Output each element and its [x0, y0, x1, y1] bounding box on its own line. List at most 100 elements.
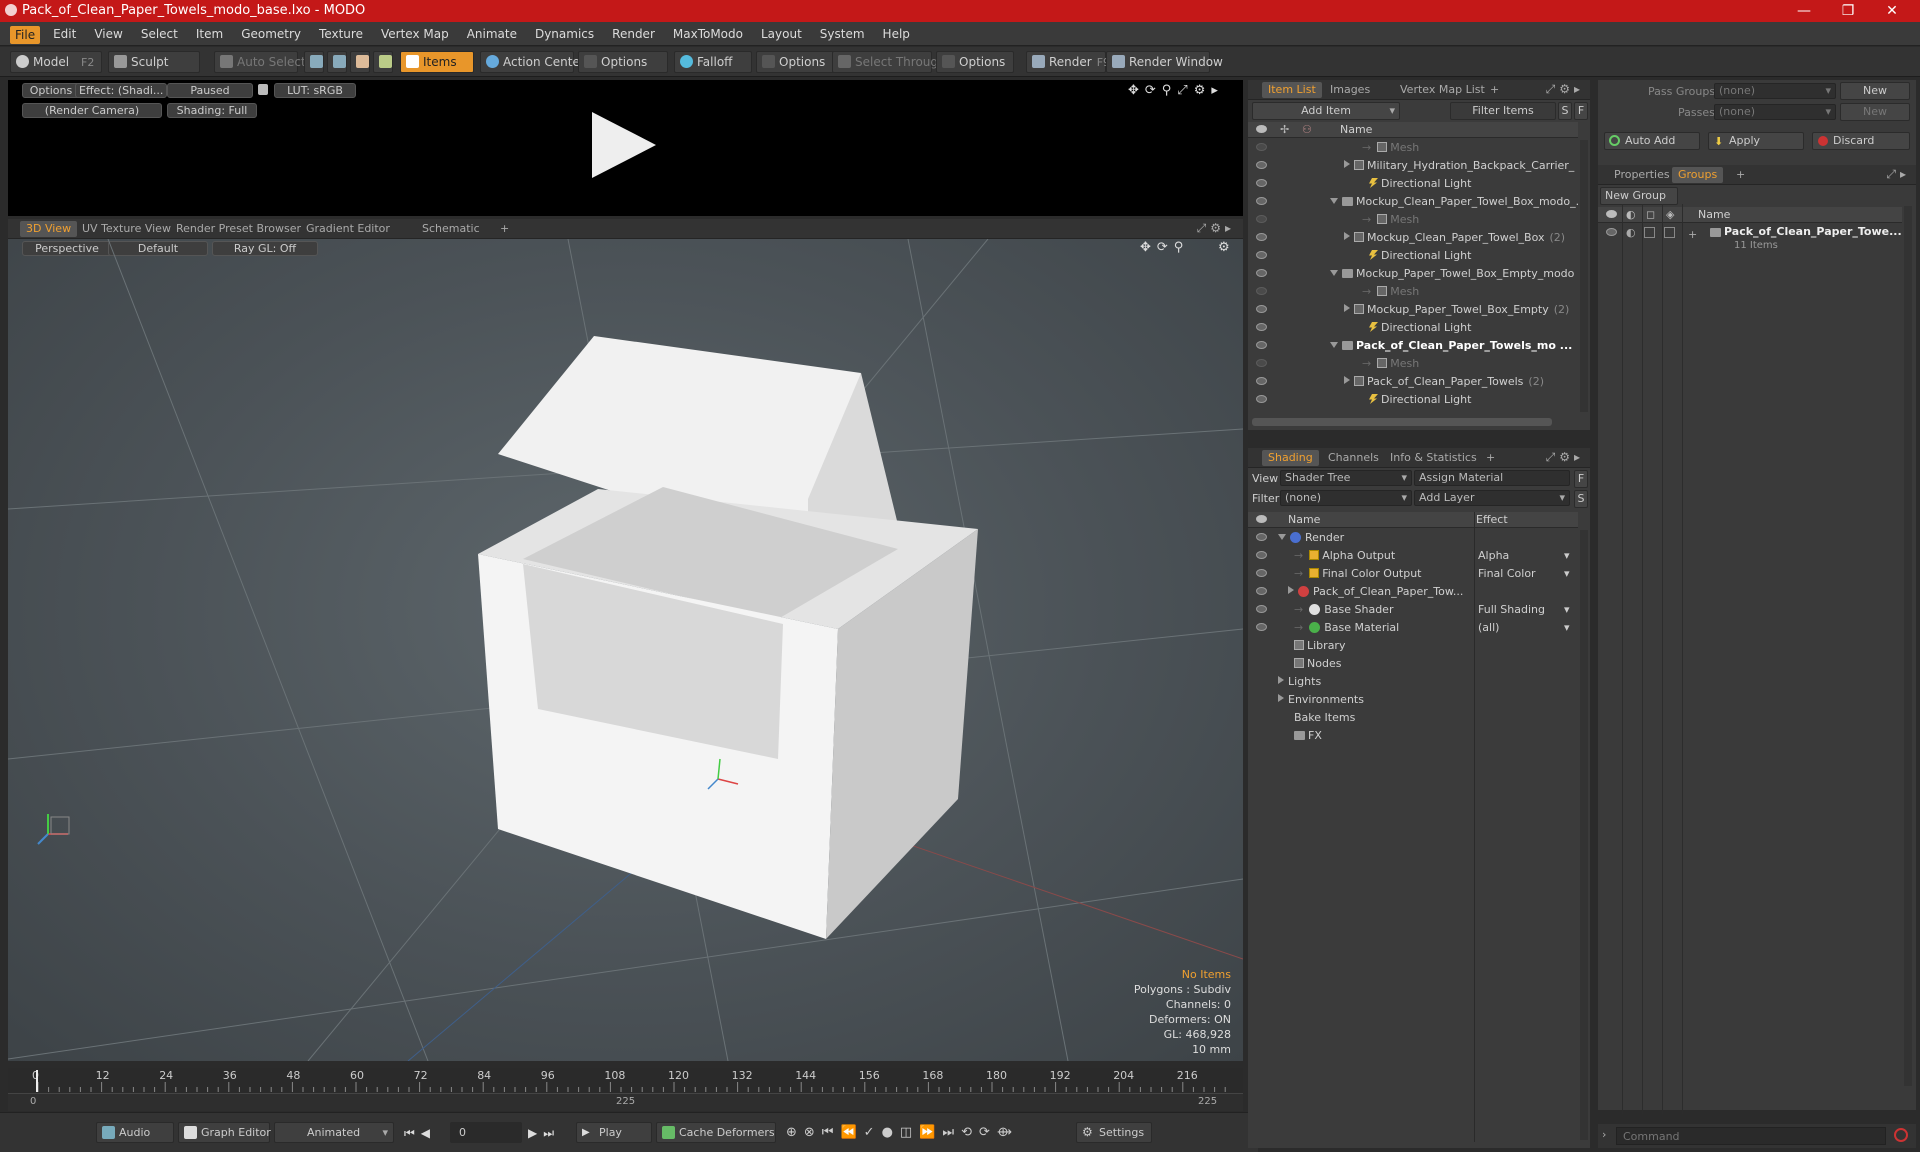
- eye-icon[interactable]: [1256, 377, 1267, 385]
- shading-f-button[interactable]: F: [1574, 470, 1588, 488]
- item-list-row[interactable]: Pack_of_Clean_Paper_Towels_mo ...: [1248, 337, 1578, 355]
- item-list-vscrollbar[interactable]: [1580, 140, 1588, 412]
- eye-icon[interactable]: [1256, 569, 1267, 577]
- tab-schematic[interactable]: Schematic: [416, 221, 486, 237]
- render-camera-dropdown[interactable]: (Render Camera): [22, 103, 162, 118]
- preview-view-controls[interactable]: ✥⟳⚲⤢⚙▸: [1128, 83, 1224, 98]
- eye-icon[interactable]: [1606, 228, 1617, 236]
- tab-add-tab-icon[interactable]: +: [1480, 450, 1501, 466]
- paused-toggle[interactable]: Paused: [167, 83, 253, 98]
- menu-help[interactable]: Help: [874, 22, 919, 46]
- chevron-down-icon[interactable]: ▾: [1564, 601, 1570, 619]
- menu-layout[interactable]: Layout: [752, 22, 811, 46]
- item-list-s-button[interactable]: S: [1558, 102, 1572, 120]
- item-list-row[interactable]: Directional Light: [1248, 175, 1578, 193]
- new-pass-group-button[interactable]: New: [1840, 82, 1910, 100]
- action-center-options-button[interactable]: Options: [578, 51, 668, 73]
- tab-properties[interactable]: Properties: [1608, 167, 1676, 183]
- eye-icon[interactable]: [1256, 395, 1267, 403]
- sculpt-mode-button[interactable]: Sculpt: [108, 51, 200, 73]
- filter-items-input[interactable]: Filter Items: [1450, 102, 1556, 120]
- expand-arrow-icon[interactable]: [1344, 376, 1350, 384]
- expand-arrow-icon[interactable]: [1344, 232, 1350, 240]
- shader-tree-row[interactable]: → Final Color Output Final Color ▾: [1248, 565, 1578, 583]
- eye-icon[interactable]: [1256, 623, 1267, 631]
- menu-vertex-map[interactable]: Vertex Map: [372, 22, 458, 46]
- eye-icon[interactable]: [1256, 341, 1267, 349]
- passes-dropdown[interactable]: (none) ▾: [1714, 104, 1836, 120]
- group-row[interactable]: ◐ + Pack_of_Clean_Paper_Towe... 11 Items: [1598, 224, 1902, 258]
- eye-icon[interactable]: [1256, 305, 1267, 313]
- shader-effect-dropdown[interactable]: Final Color: [1478, 565, 1536, 583]
- restore-icon[interactable]: ❐: [1826, 0, 1870, 22]
- shader-tree-vscrollbar[interactable]: [1580, 530, 1588, 1140]
- expand-arrow-icon[interactable]: [1278, 676, 1284, 684]
- eye-icon[interactable]: [1256, 587, 1267, 595]
- paper-towel-box-model[interactable]: [478, 336, 978, 939]
- tab-vertex-map-list[interactable]: Vertex Map List: [1394, 82, 1491, 98]
- menu-dynamics[interactable]: Dynamics: [526, 22, 603, 46]
- shader-tree-row[interactable]: Bake Items: [1248, 709, 1578, 727]
- eye-icon[interactable]: [1256, 143, 1267, 151]
- viewport-panel-controls[interactable]: ⤢⚙▸: [1197, 221, 1235, 236]
- item-list-row[interactable]: Mockup_Paper_Towel_Box_Empty (2): [1248, 301, 1578, 319]
- items-mode-button[interactable]: Items: [400, 51, 474, 73]
- eye-icon[interactable]: [1256, 359, 1267, 367]
- key-controls[interactable]: ⊕⊗⏮⏪✓●◫⏩⏭⟲⟳⟴: [786, 1125, 1019, 1140]
- chevron-down-icon[interactable]: ▾: [1564, 619, 1570, 637]
- close-icon[interactable]: ✕: [1870, 0, 1914, 22]
- shading-panel-controls[interactable]: ⤢⚙▸: [1546, 450, 1584, 465]
- tab-uv-texture-view[interactable]: UV Texture View: [76, 221, 177, 237]
- tab-add-tab-icon[interactable]: +: [1484, 82, 1505, 98]
- skip-back-controls[interactable]: ⏮◀: [404, 1126, 436, 1141]
- eye-icon[interactable]: [1256, 179, 1267, 187]
- menu-item[interactable]: Item: [187, 22, 232, 46]
- tab-item-list[interactable]: Item List: [1262, 82, 1322, 98]
- menu-maxtomodo[interactable]: MaxToModo: [664, 22, 752, 46]
- tab-add-tab-icon[interactable]: +: [1730, 167, 1751, 183]
- eye-icon[interactable]: [1256, 233, 1267, 241]
- collapse-arrow-icon[interactable]: [1278, 534, 1286, 540]
- chevron-down-icon[interactable]: ▾: [1564, 565, 1570, 583]
- tab-shading[interactable]: Shading: [1262, 450, 1319, 466]
- effect-dropdown[interactable]: Effect: (Shadi...: [75, 83, 167, 98]
- shading-dropdown[interactable]: Shading: Full: [167, 103, 257, 118]
- item-list-row[interactable]: Military_Hydration_Backpack_Carrier_ ...: [1248, 157, 1578, 175]
- play-button[interactable]: ▶ Play: [576, 1122, 652, 1143]
- shader-tree-row[interactable]: → Alpha Output Alpha ▾: [1248, 547, 1578, 565]
- vertices-mode-button[interactable]: [304, 51, 324, 73]
- item-list-hscrollbar[interactable]: [1252, 418, 1552, 426]
- shader-tree-row[interactable]: FX: [1248, 727, 1578, 745]
- menu-geometry[interactable]: Geometry: [232, 22, 310, 46]
- item-list-row[interactable]: → Mesh: [1248, 283, 1578, 301]
- item-list-row[interactable]: Pack_of_Clean_Paper_Towels (2): [1248, 373, 1578, 391]
- eye-icon[interactable]: [1256, 269, 1267, 277]
- tab-add-tab-icon[interactable]: +: [494, 221, 515, 237]
- auto-add-button[interactable]: Auto Add: [1604, 132, 1700, 150]
- auto-select-button[interactable]: Auto Select: [214, 51, 306, 73]
- add-item-dropdown[interactable]: Add Item ▾: [1252, 102, 1400, 120]
- tab-images[interactable]: Images: [1324, 82, 1376, 98]
- shader-effect-dropdown[interactable]: Alpha: [1478, 547, 1509, 565]
- command-input[interactable]: [1616, 1127, 1886, 1145]
- model-mode-button[interactable]: Model F2: [10, 51, 102, 73]
- eye-icon[interactable]: [1256, 251, 1267, 259]
- item-list-row[interactable]: Mockup_Clean_Paper_Towel_Box_modo_...: [1248, 193, 1578, 211]
- skip-forward-controls[interactable]: ▶⏭: [528, 1126, 560, 1141]
- shader-tree-dropdown[interactable]: Shader Tree ▾: [1280, 470, 1412, 486]
- command-stop-icon[interactable]: [1894, 1128, 1908, 1142]
- discard-button[interactable]: Discard: [1812, 132, 1910, 150]
- tab-info-statistics[interactable]: Info & Statistics: [1384, 450, 1483, 466]
- tab-groups[interactable]: Groups: [1672, 167, 1724, 183]
- eye-icon[interactable]: [1256, 551, 1267, 559]
- timeline-ruler[interactable]: 0122436486072849610812013214415616818019…: [8, 1068, 1243, 1094]
- groups-panel-controls[interactable]: ⤢▸: [1886, 167, 1910, 182]
- polygons-mode-button[interactable]: [350, 51, 370, 73]
- collapse-arrow-icon[interactable]: [1330, 342, 1338, 348]
- edges-mode-button[interactable]: [327, 51, 347, 73]
- new-pass-button[interactable]: New: [1840, 103, 1910, 121]
- frame-input[interactable]: 0: [450, 1122, 522, 1143]
- item-list-row[interactable]: Directional Light: [1248, 319, 1578, 337]
- item-list-f-button[interactable]: F: [1574, 102, 1588, 120]
- action-center-button[interactable]: Action Center: [480, 51, 585, 73]
